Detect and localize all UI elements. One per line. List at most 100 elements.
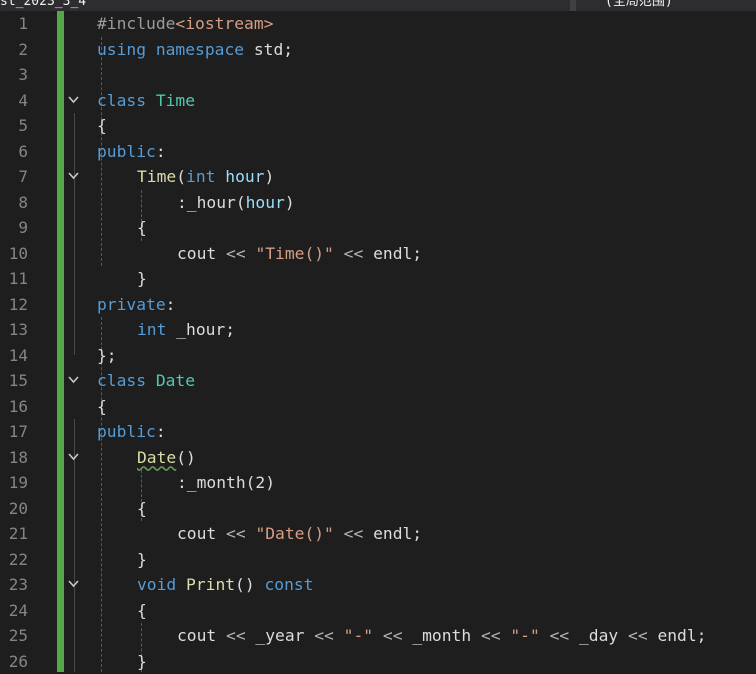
code-token xyxy=(246,524,256,543)
code-token: "Time()" xyxy=(255,244,333,263)
code-text: } xyxy=(137,649,147,674)
line-number: 22 xyxy=(0,547,28,573)
code-line[interactable]: 19 :_month(2) xyxy=(0,470,756,496)
code-line[interactable]: 7Time(int hour) xyxy=(0,164,756,190)
code-line[interactable]: 21cout << "Date()" << endl; xyxy=(0,521,756,547)
code-token: { xyxy=(97,116,107,135)
code-line[interactable]: 15class Date xyxy=(0,368,756,394)
code-token: const xyxy=(264,575,313,594)
code-token: Time xyxy=(156,91,195,110)
code-line[interactable]: 10cout << "Time()" << endl; xyxy=(0,241,756,267)
code-text: #include<iostream> xyxy=(97,11,273,37)
code-token: ( xyxy=(176,167,186,186)
code-line[interactable]: 5{ xyxy=(0,113,756,139)
fold-chevron-icon[interactable] xyxy=(68,96,78,106)
code-line[interactable]: 25 cout << _year << "-" << _month << "-" … xyxy=(0,623,756,649)
fold-chevron-icon[interactable] xyxy=(68,172,78,182)
code-line[interactable]: 3 xyxy=(0,62,756,88)
global-scope-dropdown[interactable]: (全局范围) xyxy=(605,0,673,10)
code-token: private xyxy=(97,295,166,314)
code-token: public xyxy=(97,142,156,161)
code-text: cout << _year << "-" << _month << "-" <<… xyxy=(177,623,706,649)
code-line[interactable]: 18Date() xyxy=(0,445,756,471)
code-text: private: xyxy=(97,292,175,318)
line-number: 23 xyxy=(0,572,28,598)
code-line[interactable]: 16 { xyxy=(0,394,756,420)
code-token: << xyxy=(314,626,334,645)
code-editor[interactable]: 1#include<iostream>2using namespace std;… xyxy=(0,11,756,672)
line-number: 3 xyxy=(0,62,28,88)
code-token: <iostream> xyxy=(175,14,273,33)
code-token xyxy=(540,626,550,645)
code-token: << xyxy=(226,244,246,263)
code-line[interactable]: 12private: xyxy=(0,292,756,318)
line-number: 19 xyxy=(0,470,28,496)
line-number: 26 xyxy=(0,649,28,674)
fold-chevron-icon[interactable] xyxy=(68,580,78,590)
code-line[interactable]: 6 public: xyxy=(0,139,756,165)
code-token: } xyxy=(137,652,147,671)
line-number: 6 xyxy=(0,139,28,165)
code-line[interactable]: 24{ xyxy=(0,598,756,624)
code-line[interactable]: 26} xyxy=(0,649,756,674)
code-token: Date xyxy=(156,371,195,390)
code-token: cout xyxy=(177,524,226,543)
code-line[interactable]: 22} xyxy=(0,547,756,573)
code-line[interactable]: 4class Time xyxy=(0,88,756,114)
line-number: 25 xyxy=(0,623,28,649)
code-line[interactable]: 2using namespace std; xyxy=(0,37,756,63)
line-number: 13 xyxy=(0,317,28,343)
code-token xyxy=(334,524,344,543)
code-token: hour xyxy=(225,167,264,186)
code-token: () xyxy=(176,448,196,467)
code-text: :_month(2) xyxy=(177,470,275,496)
code-token: } xyxy=(137,269,147,288)
code-text: } xyxy=(137,266,147,292)
code-token: Print xyxy=(186,575,235,594)
code-line[interactable]: 23void Print() const xyxy=(0,572,756,598)
line-number: 15 xyxy=(0,368,28,394)
line-number: 18 xyxy=(0,445,28,471)
code-line[interactable]: 11} xyxy=(0,266,756,292)
line-number: 9 xyxy=(0,215,28,241)
code-token: : xyxy=(156,142,166,161)
line-number: 17 xyxy=(0,419,28,445)
code-line[interactable]: 17 public: xyxy=(0,419,756,445)
code-token: ) xyxy=(264,167,274,186)
code-token: << xyxy=(481,626,501,645)
code-token: << xyxy=(226,626,246,645)
code-text: { xyxy=(97,394,107,420)
code-line[interactable]: 9{ xyxy=(0,215,756,241)
code-token: public xyxy=(97,422,156,441)
code-text: { xyxy=(137,598,147,624)
line-number: 7 xyxy=(0,164,28,190)
code-token xyxy=(146,371,156,390)
code-line[interactable]: 20{ xyxy=(0,496,756,522)
code-text: { xyxy=(97,113,107,139)
code-text: int _hour; xyxy=(137,317,235,343)
fold-chevron-icon[interactable] xyxy=(68,453,78,463)
code-token xyxy=(246,244,256,263)
code-token: void xyxy=(137,575,176,594)
code-line[interactable]: 8:_hour(hour) xyxy=(0,190,756,216)
code-token: { xyxy=(97,397,107,416)
code-line[interactable]: 14}; xyxy=(0,343,756,369)
code-token: << xyxy=(344,524,364,543)
code-token: class xyxy=(97,91,146,110)
fold-chevron-icon[interactable] xyxy=(68,376,78,386)
code-token xyxy=(146,40,156,59)
code-token xyxy=(334,244,344,263)
code-token: _year xyxy=(246,626,315,645)
line-number: 14 xyxy=(0,343,28,369)
line-number: 16 xyxy=(0,394,28,420)
file-scope-dropdown[interactable]: st_2023_3_4 xyxy=(0,0,86,10)
code-text: cout << "Date()" << endl; xyxy=(177,521,422,547)
code-token: _day xyxy=(569,626,628,645)
code-token: "-" xyxy=(510,626,539,645)
code-text: { xyxy=(137,496,147,522)
code-token xyxy=(501,626,511,645)
code-line[interactable]: 13 int _hour; xyxy=(0,317,756,343)
code-token: : xyxy=(156,422,166,441)
code-line[interactable]: 1#include<iostream> xyxy=(0,11,756,37)
code-token: using xyxy=(97,40,146,59)
